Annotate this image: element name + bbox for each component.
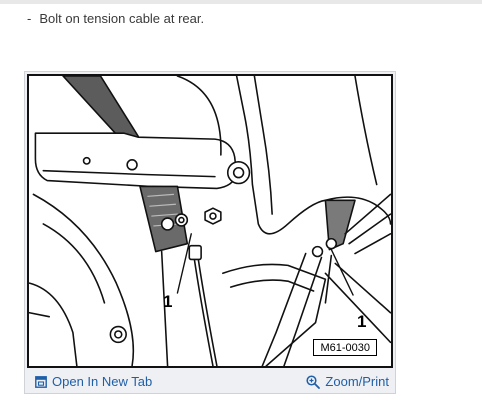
open-in-new-tab-link[interactable]: Open In New Tab (35, 374, 152, 389)
zoom-icon (306, 374, 321, 389)
technical-illustration[interactable]: 1 1 M61-0030 (27, 74, 393, 368)
new-tab-icon (35, 375, 47, 388)
step-bullet: - (27, 11, 32, 26)
line-drawing (29, 76, 391, 366)
callout-number-right: 1 (357, 312, 367, 331)
callout-number-left: 1 (163, 292, 173, 311)
open-in-new-tab-label: Open In New Tab (52, 374, 153, 389)
step-instruction: - Bolt on tension cable at rear. (27, 11, 204, 26)
figure-toolbar: Open In New Tab Zoom/Print (25, 370, 395, 393)
zoom-print-link[interactable]: Zoom/Print (306, 374, 389, 389)
figure-code-label: M61-0030 (313, 339, 377, 356)
zoom-print-label: Zoom/Print (325, 374, 389, 389)
figure-container: 1 1 M61-0030 Open In New Tab Zoom/Print (24, 71, 396, 394)
step-text: Bolt on tension cable at rear. (39, 11, 205, 26)
top-divider (0, 0, 482, 4)
